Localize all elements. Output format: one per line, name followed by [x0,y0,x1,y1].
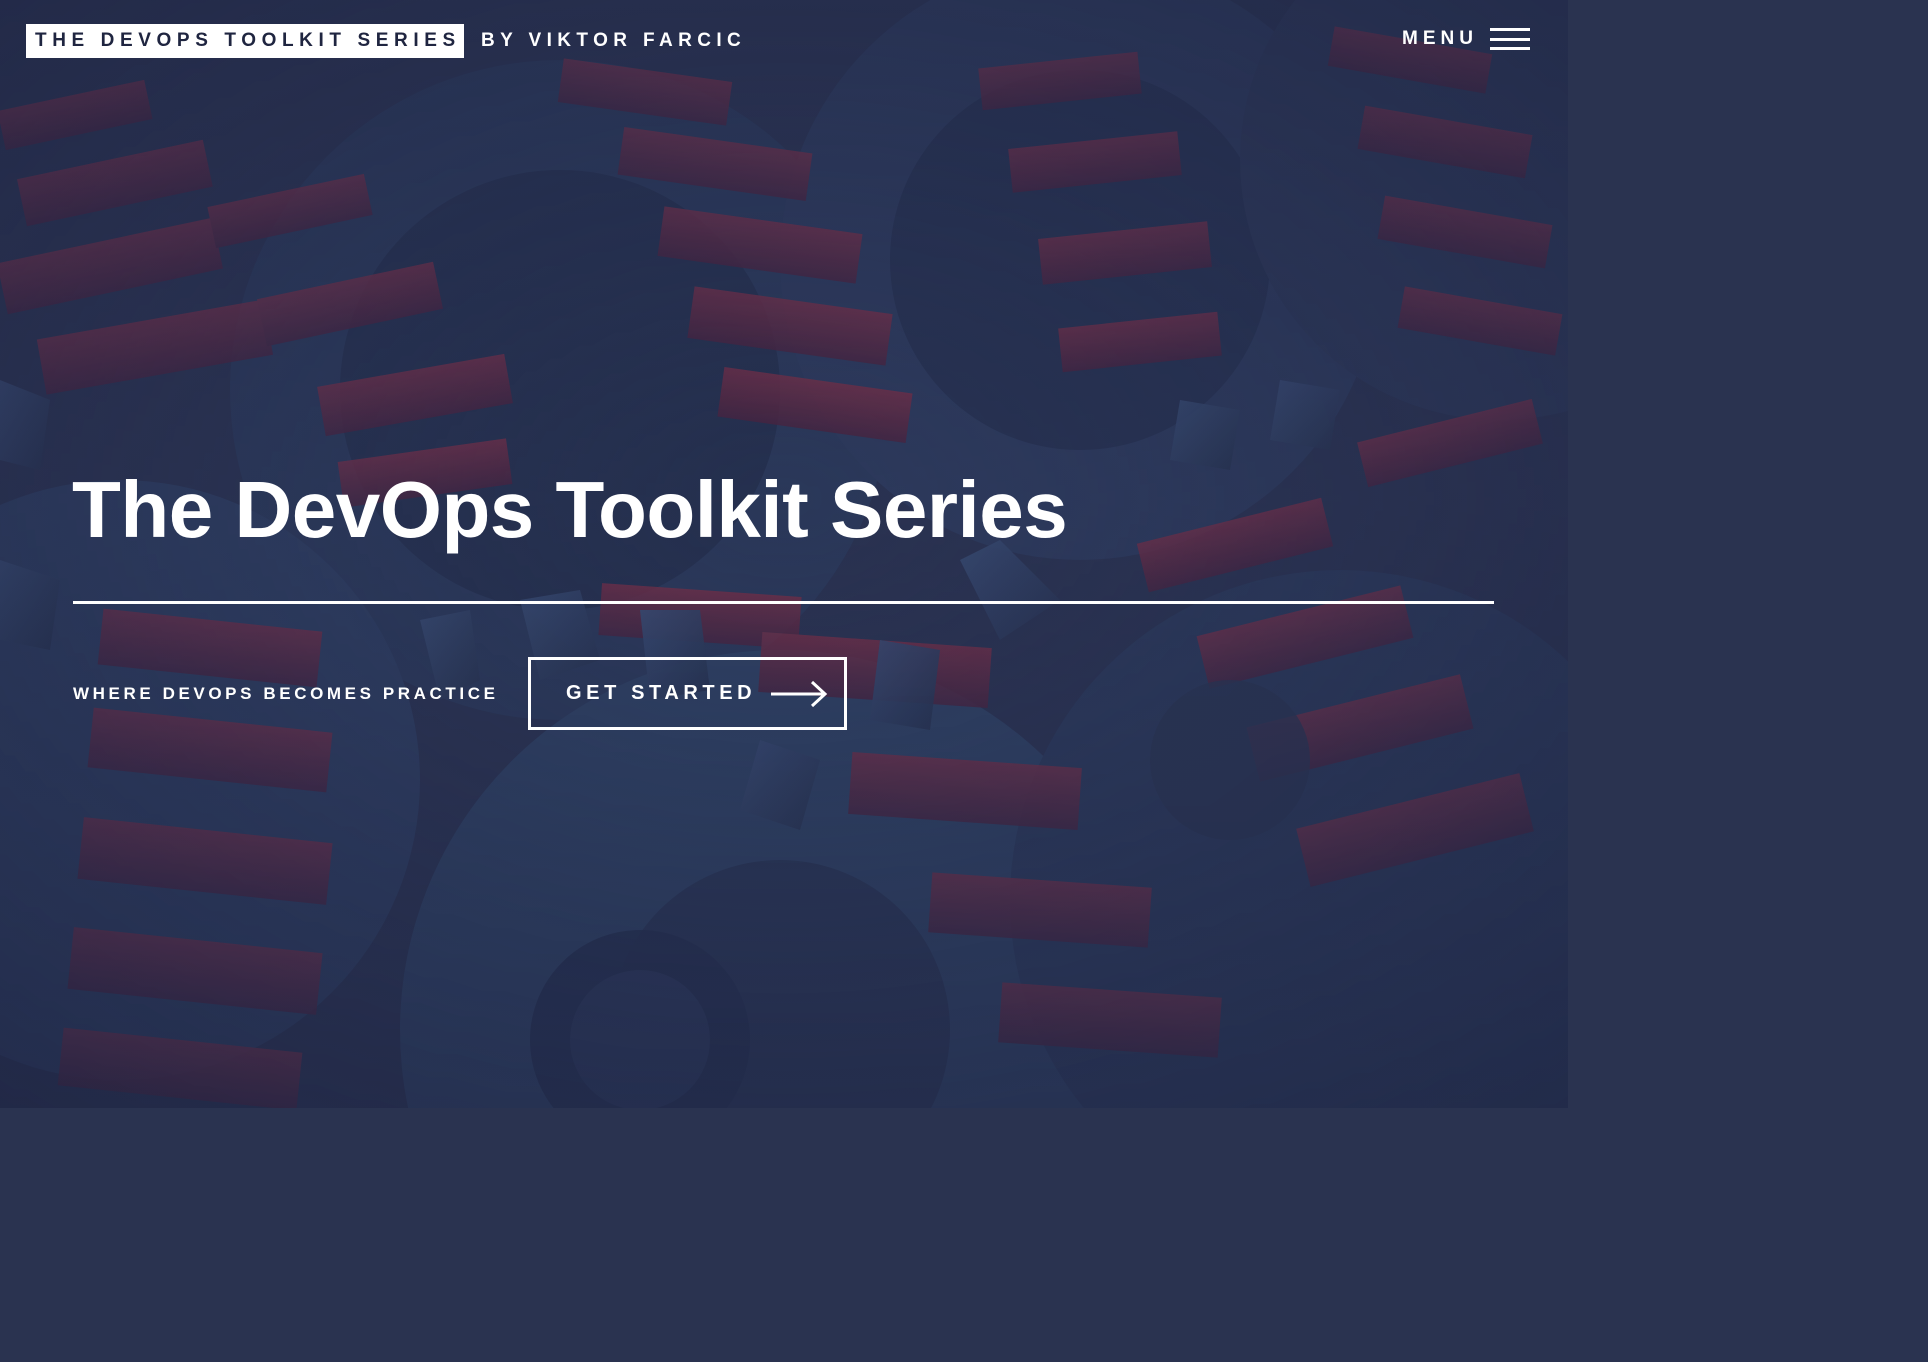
hero-tagline: WHERE DEVOPS BECOMES PRACTICE [73,684,499,703]
site-header: THE DEVOPS TOOLKIT SERIES BY VIKTOR FARC… [0,0,1568,84]
brand-title[interactable]: THE DEVOPS TOOLKIT SERIES [26,24,464,58]
menu-label: MENU [1402,28,1478,49]
arrow-right-icon [771,680,828,707]
site-brand[interactable]: THE DEVOPS TOOLKIT SERIES BY VIKTOR FARC… [26,24,746,58]
get-started-button[interactable]: GET STARTED [528,657,847,730]
hamburger-icon [1490,28,1530,50]
brand-author[interactable]: BY VIKTOR FARCIC [481,30,746,52]
menu-button[interactable]: MENU [1402,28,1530,50]
get-started-label: GET STARTED [566,682,757,704]
hero-title: The DevOps Toolkit Series [72,465,1068,554]
hero-divider [73,601,1494,604]
